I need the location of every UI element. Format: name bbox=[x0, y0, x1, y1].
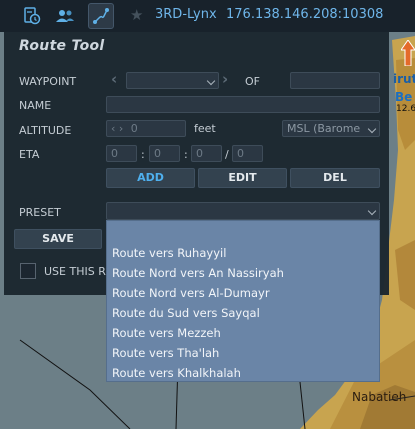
preset-select[interactable] bbox=[106, 202, 380, 220]
altitude-reference-select[interactable]: MSL (Barome bbox=[282, 120, 380, 137]
add-button[interactable]: ADD bbox=[106, 168, 195, 188]
eta-label: ETA bbox=[19, 148, 40, 161]
preset-option[interactable]: Route vers Khalkhalah bbox=[112, 366, 241, 380]
map-town-label: Nabatieh bbox=[352, 390, 407, 404]
use-route-label: USE THIS R bbox=[44, 265, 106, 278]
preset-label: PRESET bbox=[19, 206, 61, 219]
edit-button[interactable]: EDIT bbox=[198, 168, 287, 188]
preset-dropdown-list: Route vers Ruhayyil Route Nord vers An N… bbox=[106, 220, 380, 382]
use-route-checkbox[interactable] bbox=[20, 263, 36, 279]
name-input[interactable] bbox=[106, 96, 380, 113]
preset-option[interactable]: Route du Sud vers Sayqal bbox=[112, 306, 260, 320]
waypoint-count-field bbox=[290, 72, 380, 89]
preset-option[interactable]: Route vers Mezzeh bbox=[112, 326, 221, 340]
eta-hour-input[interactable]: 0 bbox=[149, 145, 180, 162]
eta-day-input[interactable]: 0 bbox=[106, 145, 137, 162]
star-icon[interactable]: ★ bbox=[130, 6, 143, 24]
route-icon bbox=[93, 8, 109, 24]
map-marker-icon bbox=[400, 39, 415, 70]
server-name: 3RD-Lynx bbox=[155, 7, 217, 22]
top-bar: ★ 3RD-Lynx 176.138.146.208:10308 bbox=[0, 0, 415, 32]
eta-second-input[interactable]: 0 bbox=[232, 145, 263, 162]
eta-separator: : bbox=[184, 148, 188, 161]
preset-option[interactable]: Route vers Tha'lah bbox=[112, 346, 219, 360]
waypoint-label: WAYPOINT bbox=[19, 75, 77, 88]
eta-separator: / bbox=[225, 148, 229, 161]
altitude-stepper-icon[interactable]: ‹ › bbox=[111, 122, 123, 135]
eta-minute-input[interactable]: 0 bbox=[191, 145, 222, 162]
name-label: NAME bbox=[19, 99, 52, 112]
waypoint-prev-icon[interactable]: ‹ bbox=[111, 72, 117, 87]
delete-button[interactable]: DEL bbox=[290, 168, 380, 188]
waypoint-of-label: OF bbox=[245, 75, 260, 88]
map-city-label-2: Be bbox=[395, 90, 413, 104]
preset-option[interactable]: Route vers Ruhayyil bbox=[112, 246, 226, 260]
waypoint-next-icon[interactable]: › bbox=[222, 72, 228, 87]
panel-title: Route Tool bbox=[19, 38, 105, 54]
map-elevation-label: 12.6 bbox=[396, 104, 415, 114]
route-tool-button[interactable] bbox=[88, 3, 114, 29]
preset-option[interactable]: Route Nord vers Al-Dumayr bbox=[112, 286, 270, 300]
altitude-unit: feet bbox=[194, 122, 216, 135]
waypoint-select[interactable] bbox=[126, 72, 219, 89]
save-button[interactable]: SAVE bbox=[14, 229, 102, 249]
server-address: 176.138.146.208:10308 bbox=[226, 7, 384, 22]
altitude-label: ALTITUDE bbox=[19, 124, 72, 137]
users-icon bbox=[55, 9, 74, 22]
preset-option[interactable]: Route Nord vers An Nassiryah bbox=[112, 266, 284, 280]
aircraft-info-button[interactable] bbox=[19, 3, 44, 28]
altitude-input[interactable]: ‹ › 0 bbox=[106, 120, 186, 137]
aircraft-info-icon bbox=[23, 6, 40, 24]
map-city-label: irut bbox=[393, 72, 415, 86]
eta-separator: : bbox=[141, 148, 145, 161]
users-button[interactable] bbox=[52, 3, 77, 28]
